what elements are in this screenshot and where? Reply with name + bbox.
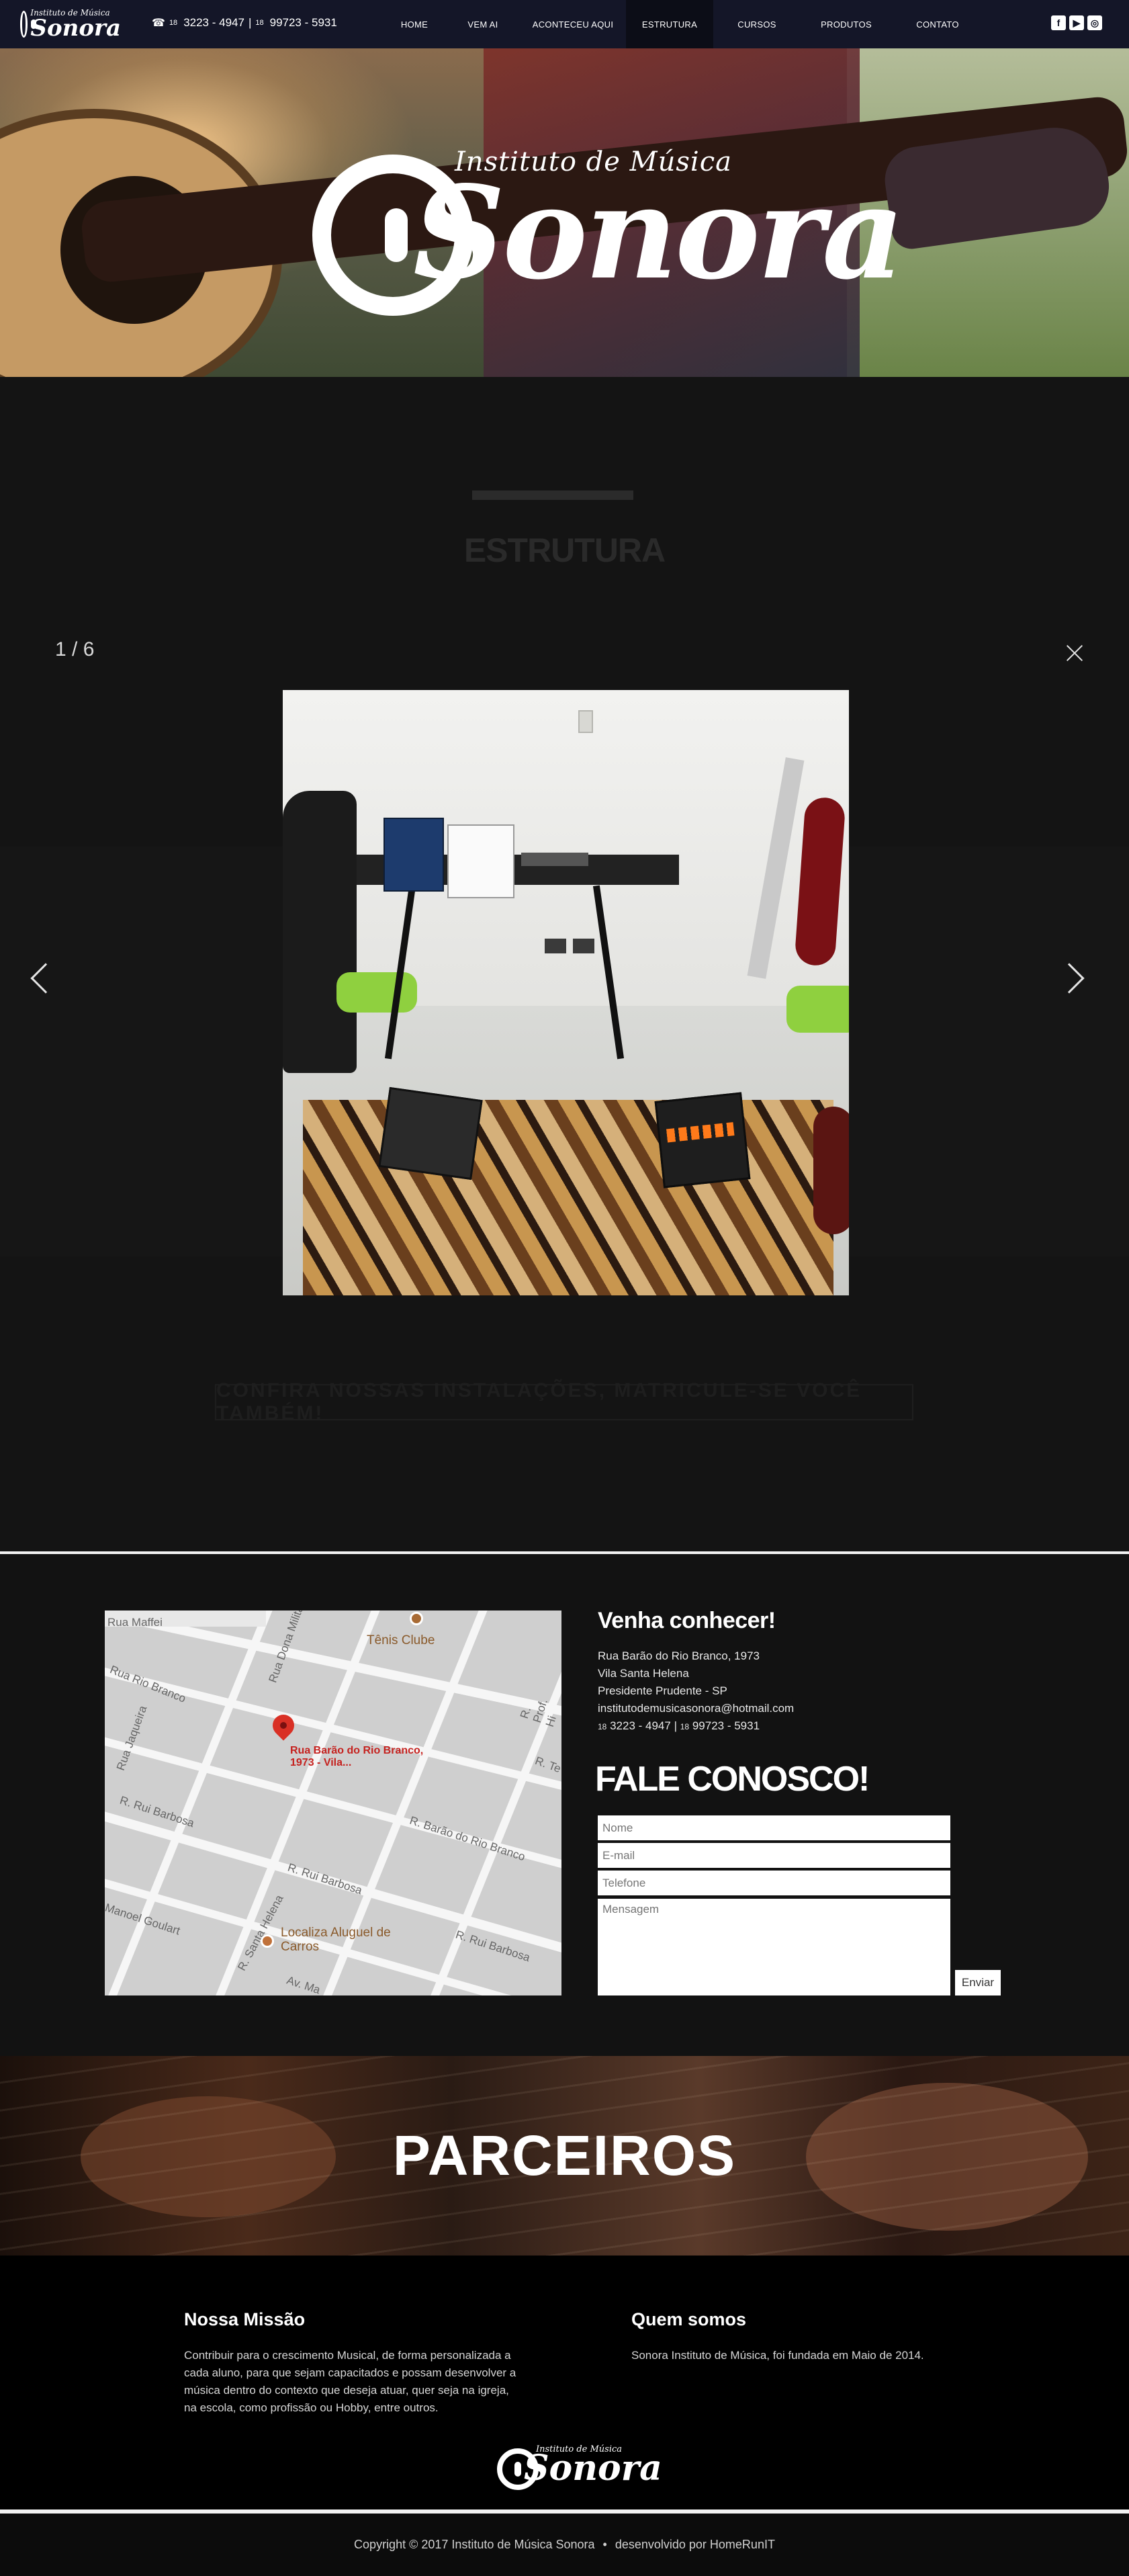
site-logo[interactable]: Instituto de Música Sonora xyxy=(20,4,121,44)
mission-text: Contribuir para o crescimento Musical, d… xyxy=(184,2349,516,2414)
nav-estrutura[interactable]: ESTRUTURA xyxy=(626,0,713,48)
header-phones: ☎ 18 3223 - 4947 | 18 99723 - 5931 xyxy=(152,16,337,30)
main-nav: HOME VEM AI ACONTECEU AQUI ESTRUTURA CUR… xyxy=(383,0,983,48)
green-chair xyxy=(786,986,849,1033)
about-text: Sonora Instituto de Música, foi fundada … xyxy=(631,2349,924,2362)
rug xyxy=(303,1100,833,1295)
facebook-icon[interactable]: f xyxy=(1051,15,1066,30)
footer-logo-name: Sonora xyxy=(524,2448,662,2489)
footer-logo[interactable]: Instituto de Música Sonora xyxy=(497,2440,662,2494)
send-button[interactable]: Enviar xyxy=(955,1970,1001,1995)
phone-separator: | xyxy=(248,16,252,29)
contact-heading: Venha conhecer! xyxy=(598,1608,776,1633)
instagram-icon[interactable]: ◎ xyxy=(1087,15,1102,30)
nav-home[interactable]: HOME xyxy=(383,0,446,48)
mission-title: Nossa Missão xyxy=(184,2309,306,2329)
address-line2: Vila Santa Helena xyxy=(598,1667,689,1680)
lightbox-image xyxy=(283,690,849,1295)
guitar-case xyxy=(283,791,357,1073)
top-navigation-bar: Instituto de Música Sonora ☎ 18 3223 - 4… xyxy=(0,0,1129,48)
phone-icon: ☎ xyxy=(152,17,165,29)
location-map[interactable]: Rua Maffei Tênis Clube Rua Rio Branco Ru… xyxy=(105,1611,561,1995)
hero-logo: Instituto de Música Sonora xyxy=(312,116,905,331)
contact-form-title: FALE CONOSCO! xyxy=(595,1760,870,1799)
hero-logo-name: Sonora xyxy=(413,158,905,308)
nav-vem-ai[interactable]: VEM AI xyxy=(446,0,520,48)
guitar xyxy=(813,1107,849,1234)
green-chair xyxy=(336,972,417,1013)
hero-banner: Instituto de Música Sonora xyxy=(0,48,1129,377)
about-title: Quem somos xyxy=(631,2309,747,2329)
copyright-bullet: • xyxy=(602,2538,607,2551)
car-rental-poi-icon xyxy=(261,1934,274,1948)
lightbox-counter: 1 / 6 xyxy=(55,638,95,660)
nav-cursos[interactable]: CURSOS xyxy=(713,0,801,48)
close-icon[interactable] xyxy=(1063,641,1087,665)
section-title-bar xyxy=(472,490,633,500)
phone1-prefix: 18 xyxy=(169,19,178,27)
partners-title: PARCEIROS xyxy=(392,2124,737,2187)
address-line3: Presidente Prudente - SP xyxy=(598,1684,727,1697)
nav-produtos[interactable]: PRODUTOS xyxy=(801,0,892,48)
nav-aconteceu-aqui[interactable]: ACONTECEU AQUI xyxy=(520,0,626,48)
phone2[interactable]: 99723 - 5931 xyxy=(270,16,337,30)
chevron-right-icon[interactable] xyxy=(1054,962,1088,997)
email-field[interactable] xyxy=(598,1843,950,1868)
phone-field[interactable] xyxy=(598,1871,950,1895)
social-links: f ▶ ◎ xyxy=(1051,15,1102,30)
logo-name: Sonora xyxy=(30,15,121,42)
phone2-prefix: 18 xyxy=(255,19,264,27)
section-title: ESTRUTURA xyxy=(463,531,666,569)
effects-pedal xyxy=(654,1092,751,1189)
amplifier xyxy=(521,853,588,866)
guitar-book xyxy=(383,818,444,892)
sheet-music xyxy=(447,824,514,898)
contact-phones: 18 3223 - 4947 | 18 99723 - 5931 xyxy=(598,1719,760,1732)
phone1[interactable]: 3223 - 4947 xyxy=(183,16,244,30)
developer-link[interactable]: desenvolvido por HomeRunIT xyxy=(615,2538,775,2552)
chevron-left-icon[interactable] xyxy=(27,962,61,997)
contact-email[interactable]: institutodemusicasonora@hotmail.com xyxy=(598,1700,880,1717)
effects-pedal xyxy=(378,1086,483,1180)
logo-guitar-icon xyxy=(20,11,37,38)
youtube-icon[interactable]: ▶ xyxy=(1069,15,1084,30)
name-field[interactable] xyxy=(598,1815,950,1840)
contact-info: Venha conhecer! Rua Barão do Rio Branco,… xyxy=(598,1608,880,1735)
address-line1: Rua Barão do Rio Branco, 1973 xyxy=(598,1649,760,1662)
partners-banner: PARCEIROS xyxy=(0,2056,1129,2256)
estrutura-cta-button: Confira nossas instalações, matricule-se… xyxy=(215,1379,913,1424)
copyright-text: Copyright © 2017 Instituto de Música Son… xyxy=(354,2538,595,2551)
message-field[interactable] xyxy=(598,1899,950,1995)
club-poi-icon xyxy=(410,1612,423,1625)
copyright-bar: Copyright © 2017 Instituto de Música Son… xyxy=(0,2514,1129,2576)
nav-contato[interactable]: CONTATO xyxy=(892,0,983,48)
